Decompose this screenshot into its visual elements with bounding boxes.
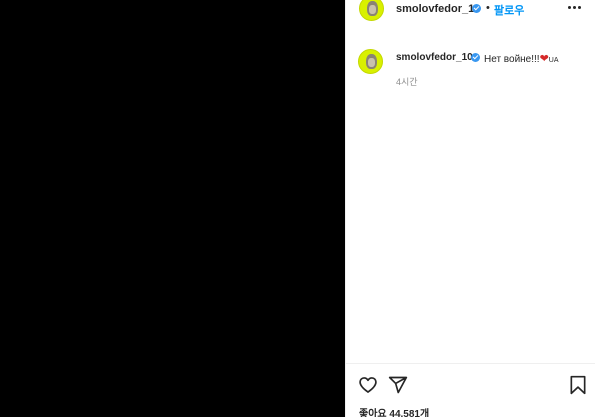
caption: smolovfedor_10 Нет войне!!!❤UA 4시간: [358, 46, 588, 88]
post-timestamp[interactable]: 4시간: [396, 75, 418, 88]
post-username[interactable]: smolovfedor_10: [396, 3, 480, 15]
verified-badge-icon: [471, 53, 480, 62]
heart-emoji: ❤: [539, 53, 549, 65]
likes-count[interactable]: 좋아요 44,581개: [359, 405, 429, 417]
share-icon[interactable]: [388, 375, 408, 395]
verified-badge-icon: [472, 4, 481, 13]
post-media[interactable]: [0, 0, 345, 417]
action-bar: 좋아요 44,581개: [346, 363, 595, 417]
caption-avatar[interactable]: [358, 49, 383, 74]
avatar-photo: [367, 1, 378, 16]
avatar[interactable]: [359, 0, 384, 21]
follow-button[interactable]: 팔로우: [494, 2, 524, 18]
post-header: smolovfedor_10 • 팔로우: [346, 0, 595, 24]
flag-emoji: UA: [548, 57, 559, 64]
bookmark-icon[interactable]: [569, 375, 587, 395]
caption-username[interactable]: smolovfedor_10: [396, 52, 473, 63]
caption-text: Нет войне!!!❤UA: [484, 52, 559, 65]
caption-message: Нет войне!!!: [484, 54, 540, 65]
heart-icon[interactable]: [358, 375, 378, 395]
more-horizontal-icon[interactable]: [568, 6, 581, 9]
avatar-photo: [366, 54, 377, 69]
post-side-panel: smolovfedor_10 • 팔로우 smolovfedor_10 Нет …: [345, 0, 595, 417]
separator-dot: •: [486, 2, 490, 14]
